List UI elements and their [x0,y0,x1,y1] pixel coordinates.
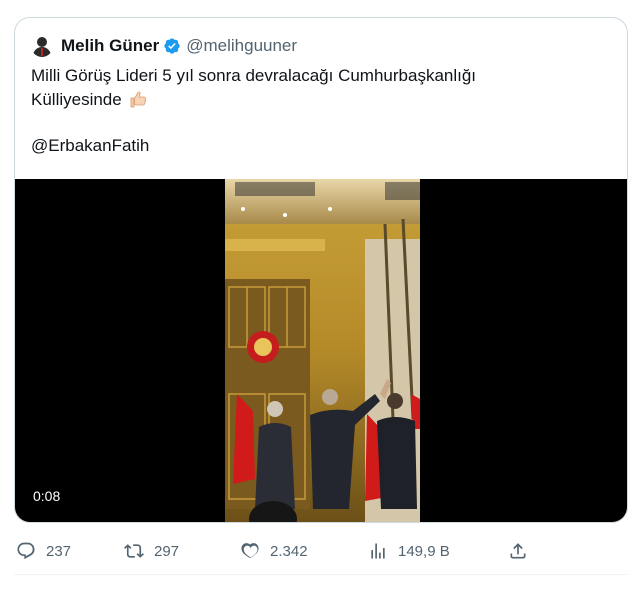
tweet-actions: 237 297 2.342 149,9 B [14,536,628,566]
like-button[interactable]: 2.342 [240,536,308,566]
tweet-text: Milli Görüş Lideri 5 yıl sonra devralaca… [31,64,611,158]
author-handle[interactable]: @melihguuner [186,36,297,56]
video-player[interactable]: 0:08 [15,179,627,523]
tweet-header: Melih Güner @melihguuner [31,34,297,58]
divider [14,574,628,575]
reply-button[interactable]: 237 [16,536,71,566]
views-icon [371,543,385,559]
tweet-mention[interactable]: @ErbakanFatih [31,134,611,158]
views-button[interactable]: 149,9 B [368,536,450,566]
video-timestamp: 0:08 [27,485,67,507]
tweet-text-line-2: Külliyesinde [31,88,611,112]
tweet-text-line-1: Milli Görüş Lideri 5 yıl sonra devralaca… [31,66,477,85]
author-avatar[interactable] [31,35,53,57]
retweet-icon [124,544,144,558]
thumbs-up-emoji-icon [130,91,146,108]
author-name[interactable]: Melih Güner [61,36,159,56]
retweet-count: 297 [154,542,180,560]
retweet-button[interactable]: 297 [124,536,179,566]
video-frame[interactable] [225,179,420,523]
verified-badge-icon [164,38,180,54]
like-icon [241,543,259,558]
tweet-card[interactable]: Melih Güner @melihguuner Milli Görüş Lid… [14,17,628,523]
share-button[interactable] [508,536,538,566]
like-count: 2.342 [270,542,308,560]
share-icon [510,543,526,559]
tweet-text-line-2-label: Külliyesinde [31,90,122,109]
reply-icon [17,542,35,560]
reply-count: 237 [46,542,72,560]
views-count: 149,9 B [398,542,450,560]
